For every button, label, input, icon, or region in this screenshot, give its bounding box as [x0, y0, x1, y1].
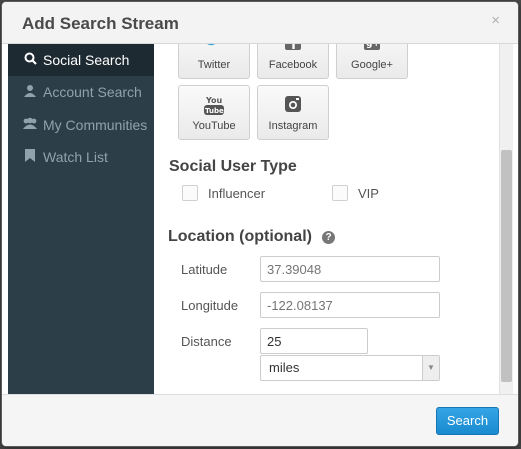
twitter-icon [179, 44, 249, 53]
sidebar-item-account-search[interactable]: Account Search [8, 76, 154, 108]
dialog-header: Add Search Stream × [2, 2, 518, 44]
user-icon [22, 77, 38, 109]
content-scrollbar[interactable] [499, 44, 513, 394]
vip-checkbox[interactable] [332, 185, 348, 201]
close-icon[interactable]: × [491, 12, 500, 29]
social-search-panel: Twitter f Facebook g+ Google+ YouTube Yo… [154, 44, 499, 394]
bookmark-icon [22, 142, 38, 174]
influencer-checkbox[interactable] [182, 185, 198, 201]
help-icon[interactable]: ? [322, 231, 335, 244]
search-icon [22, 45, 38, 77]
sidebar-item-my-communities[interactable]: My Communities [8, 109, 154, 141]
distance-input[interactable] [260, 328, 368, 354]
instagram-label: Instagram [268, 120, 318, 132]
svg-text:You: You [205, 96, 223, 105]
sidebar-item-label: Social Search [43, 52, 130, 68]
sidebar-item-label: Watch List [43, 149, 108, 165]
vip-label: VIP [358, 186, 379, 201]
svg-text:g+: g+ [366, 44, 380, 49]
longitude-input[interactable] [260, 292, 440, 318]
instagram-icon [258, 95, 328, 118]
add-search-stream-dialog: Add Search Stream × Social Search Accoun… [1, 1, 519, 447]
users-icon [22, 110, 38, 142]
facebook-icon: f [258, 44, 328, 55]
sidebar-item-label: My Communities [43, 117, 148, 133]
instagram-button[interactable]: Instagram [257, 85, 329, 140]
sidebar-item-watch-list[interactable]: Watch List [8, 141, 154, 173]
sidebar-item-social-search[interactable]: Social Search [8, 44, 154, 76]
youtube-label: YouTube [192, 120, 236, 132]
youtube-icon: You Tube [179, 95, 249, 120]
sidebar-item-label: Account Search [43, 84, 142, 100]
svg-text:f: f [291, 44, 297, 50]
google-plus-button[interactable]: g+ Google+ [336, 44, 408, 79]
latitude-input[interactable] [260, 256, 440, 282]
social-user-type-heading: Social User Type [169, 158, 297, 175]
google-plus-icon: g+ [337, 44, 407, 55]
svg-text:Tube: Tube [205, 107, 224, 115]
facebook-button[interactable]: f Facebook [257, 44, 329, 79]
scrollbar-thumb[interactable] [501, 150, 512, 382]
sidebar: Social Search Account Search My Communit… [8, 44, 154, 394]
distance-unit-select[interactable]: miles ▼ [260, 355, 440, 381]
location-heading: Location (optional) [168, 228, 312, 245]
dialog-title: Add Search Stream [22, 14, 179, 33]
chevron-down-icon: ▼ [422, 356, 439, 380]
youtube-button[interactable]: You Tube YouTube [178, 85, 250, 140]
facebook-label: Facebook [268, 59, 318, 71]
search-button[interactable]: Search [436, 407, 499, 435]
twitter-button[interactable]: Twitter [178, 44, 250, 79]
longitude-label: Longitude [181, 298, 239, 313]
distance-label: Distance [181, 334, 232, 349]
twitter-label: Twitter [197, 59, 231, 71]
latitude-label: Latitude [181, 262, 228, 277]
dialog-footer: Search [2, 394, 518, 446]
distance-unit-value: miles [269, 360, 300, 375]
google-plus-label: Google+ [351, 59, 393, 71]
influencer-label: Influencer [208, 186, 266, 201]
